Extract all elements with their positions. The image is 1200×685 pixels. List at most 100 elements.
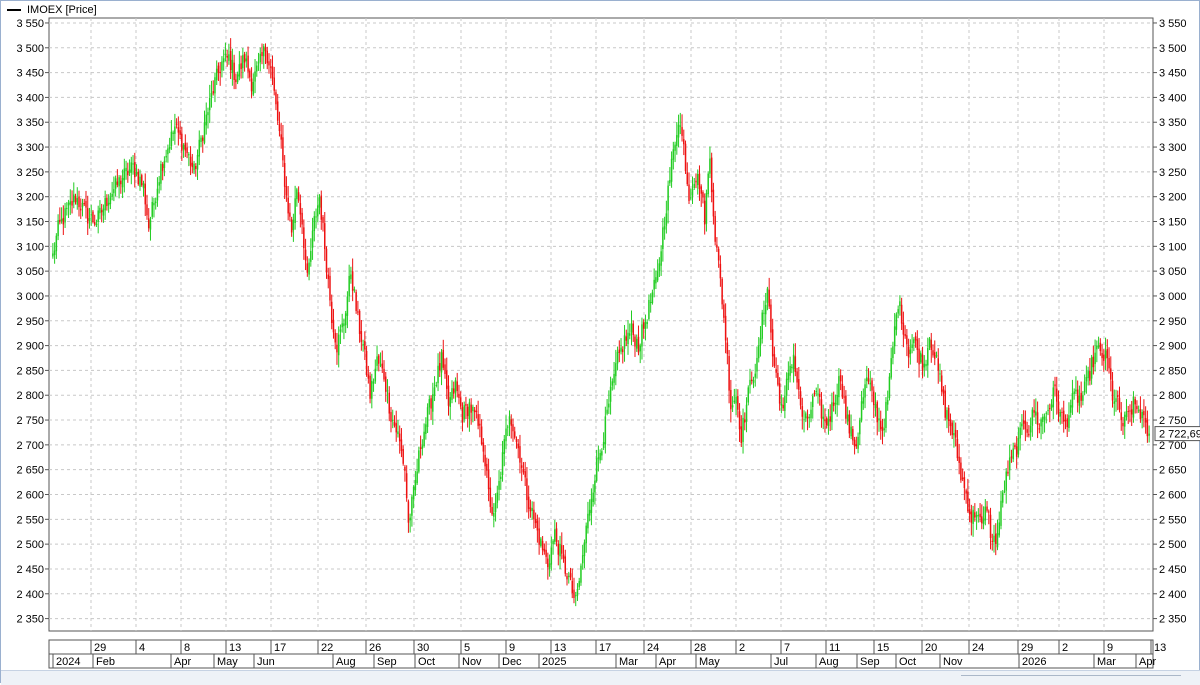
x-axis: 29 4 8 13 17 22 26 30 5 9 13 17 24 28 2 7 11 15 20 24 29 2 9 13… [48, 639, 1166, 669]
candle-body [522, 469, 525, 473]
candle-body [524, 471, 526, 478]
candle-body [507, 426, 509, 428]
candle-body [437, 365, 439, 384]
candle-body [954, 429, 957, 438]
candle-body [229, 51, 232, 71]
candle-body [149, 219, 152, 230]
candle-body [1136, 406, 1138, 410]
candle-body [615, 363, 617, 377]
candle-body [1049, 407, 1051, 410]
candle-body [698, 173, 701, 189]
candle-body [878, 418, 880, 421]
candle-body [350, 274, 352, 280]
candle-body [1089, 371, 1091, 381]
candle-body [193, 163, 195, 171]
x-day-label: 13 [1154, 642, 1166, 654]
candle-body [738, 411, 741, 430]
x-day-label: 29 [1021, 642, 1033, 654]
candle-body [468, 402, 471, 420]
candle-body [751, 379, 753, 381]
candle-body [426, 407, 429, 427]
candle-body [301, 212, 303, 225]
x-month-label: 2025 [542, 656, 566, 668]
candle-body [362, 344, 364, 346]
candle-body [435, 384, 438, 386]
candle-body [120, 180, 122, 185]
candle-body [517, 443, 519, 449]
candle-body [629, 333, 631, 336]
candle-body [395, 423, 397, 433]
candle-body [479, 423, 481, 426]
candle-body [236, 74, 239, 83]
candle-body [662, 227, 664, 250]
candle-body [1057, 401, 1060, 414]
candle-body [513, 431, 516, 438]
candle-body [986, 506, 988, 511]
candle-body [839, 375, 842, 382]
candle-body [486, 463, 488, 471]
candle-body [812, 396, 814, 408]
candle-body [832, 402, 835, 406]
candle-body [799, 391, 802, 406]
candle-body [794, 356, 797, 373]
candle-body [83, 203, 85, 205]
candle-body [913, 339, 915, 344]
candle-body [892, 346, 894, 359]
candle-body [1066, 418, 1068, 428]
candle-body [853, 439, 856, 447]
candle-body [700, 186, 702, 194]
candle-body [890, 358, 892, 378]
candle-body [787, 372, 790, 380]
candle-body [318, 197, 321, 208]
candle-body [967, 491, 969, 512]
candle-body [527, 496, 530, 509]
candle-body [1099, 342, 1102, 352]
candle-body [278, 124, 281, 132]
candle-body [1071, 393, 1074, 408]
candle-body [1080, 392, 1082, 401]
candle-body [64, 208, 66, 223]
candlestick-chart[interactable]: 2 350 2 400 2 450 2 500 2 550 2 600 2 650 2 700… [1, 1, 1200, 684]
y-tick-label: 3 250 [16, 167, 44, 179]
candle-body [803, 419, 805, 421]
scrollbar-track[interactable] [961, 675, 1181, 676]
candle-body [667, 185, 669, 211]
candle-body [909, 349, 912, 355]
candle-body [311, 230, 314, 248]
candle-body [113, 189, 115, 194]
candle-body [921, 354, 924, 371]
candle-body [186, 147, 188, 154]
candle-body [418, 450, 420, 472]
candle-body [953, 433, 955, 436]
candle-body [784, 395, 786, 411]
x-month-label: Oct [899, 656, 916, 668]
candle-body [303, 227, 305, 249]
candle-body [310, 250, 312, 262]
x-day-label: 28 [694, 642, 706, 654]
candle-body [1019, 427, 1021, 439]
candle-body [608, 403, 610, 408]
candle-body [798, 379, 800, 390]
candle-body [564, 556, 567, 574]
candle-body [118, 177, 120, 187]
candle-body [358, 310, 361, 334]
candle-body [252, 81, 255, 95]
candle-body [641, 324, 643, 347]
candle-body [742, 417, 744, 442]
candle-body [923, 363, 926, 368]
candle-body [982, 518, 985, 524]
candle-body [806, 416, 809, 419]
candle-body [212, 91, 214, 94]
candle-body [458, 393, 460, 398]
candle-body [215, 68, 218, 81]
candle-body [263, 46, 265, 57]
y-tick-label: 2 500 [1159, 539, 1187, 551]
candle-body [1134, 399, 1136, 405]
y-tick-label: 3 450 [1159, 68, 1187, 80]
candle-body [67, 202, 70, 206]
candle-body [106, 197, 108, 207]
candle-body [179, 130, 181, 135]
candle-body [547, 558, 549, 568]
candle-body [446, 370, 448, 389]
candle-body [273, 77, 275, 91]
